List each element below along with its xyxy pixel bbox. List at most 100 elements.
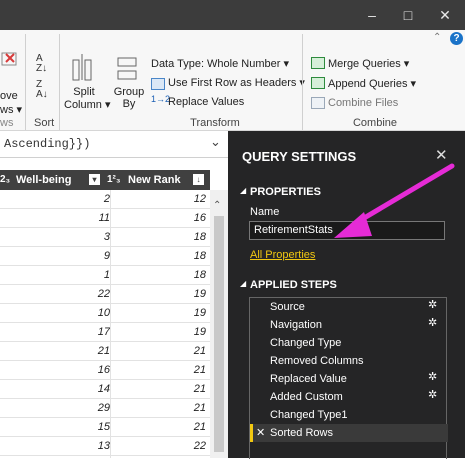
step-changed-type[interactable]: Changed Type: [270, 334, 341, 352]
group-by-label-2: By: [122, 98, 136, 110]
step-navigation[interactable]: Navigation: [270, 316, 322, 334]
wellbeing-cell[interactable]: 17: [0, 323, 110, 341]
wellbeing-cell[interactable]: 1: [0, 266, 110, 284]
split-column-label-2: Column ▾: [64, 99, 111, 111]
chevron-down-icon[interactable]: ⌄: [210, 134, 221, 150]
table-row[interactable]: 3 18: [0, 228, 210, 247]
wellbeing-cell[interactable]: 15: [0, 418, 110, 436]
collapse-ribbon-icon[interactable]: ⌃: [433, 32, 441, 43]
separator: [302, 34, 303, 130]
wellbeing-cell[interactable]: 13: [0, 437, 110, 455]
step-source[interactable]: Source: [270, 298, 305, 316]
new-rank-cell[interactable]: 16: [112, 209, 206, 227]
col1-filter-icon[interactable]: ▾: [89, 174, 100, 185]
new-rank-cell[interactable]: 21: [112, 380, 206, 398]
new-rank-cell[interactable]: 18: [112, 247, 206, 265]
table-row[interactable]: 10 19: [0, 304, 210, 323]
new-rank-cell[interactable]: 19: [112, 323, 206, 341]
table-row[interactable]: 11 16: [0, 209, 210, 228]
scroll-up-icon[interactable]: ⌃: [213, 200, 221, 211]
step-changed-type1[interactable]: Changed Type1: [270, 406, 347, 424]
table-row[interactable]: 1 18: [0, 266, 210, 285]
separator: [59, 34, 60, 130]
table-row[interactable]: 16 21: [0, 361, 210, 380]
new-rank-cell[interactable]: 22: [112, 437, 206, 455]
step-sorted-rows[interactable]: Sorted Rows: [270, 424, 333, 442]
new-rank-cell[interactable]: 18: [112, 266, 206, 284]
first-row-headers-button[interactable]: Use First Row as Headers ▾: [168, 76, 305, 89]
first-row-headers-icon: [151, 78, 165, 90]
table-body: 2 12 11 16 3 18 9 18 1 18 22 19 10 19 17 19 21 21 16 21 14 21…: [0, 190, 210, 456]
gear-icon[interactable]: ✲: [428, 388, 437, 401]
split-column-label-1: Split: [73, 86, 95, 98]
replace-values-button[interactable]: Replace Values: [168, 96, 244, 108]
new-rank-cell[interactable]: 21: [112, 399, 206, 417]
step-added-custom[interactable]: Added Custom: [270, 388, 343, 406]
new-rank-cell[interactable]: 19: [112, 304, 206, 322]
table-row[interactable]: 22 19: [0, 285, 210, 304]
table-row[interactable]: 29 21: [0, 399, 210, 418]
wellbeing-cell[interactable]: 2: [0, 190, 110, 208]
minimize-button[interactable]: –: [354, 0, 390, 30]
annotation-arrow: [334, 163, 455, 238]
step-replaced-value[interactable]: Replaced Value: [270, 370, 347, 388]
help-icon[interactable]: ?: [450, 32, 463, 45]
split-column-button[interactable]: Split Column ▾: [64, 86, 111, 111]
gear-icon[interactable]: ✲: [428, 298, 437, 311]
col2-sort-icon[interactable]: ↓: [193, 174, 204, 185]
ribbon: ⌃ ? ove ws ▾ ws A Z↓ Z A↓ Sort Split Colum…: [0, 30, 465, 131]
collapse-triangle-icon[interactable]: ◢: [240, 279, 246, 288]
name-label: Name: [250, 206, 280, 218]
append-queries-button[interactable]: Append Queries ▾: [328, 77, 416, 90]
table-row[interactable]: 9 18: [0, 247, 210, 266]
wellbeing-cell[interactable]: 3: [0, 228, 110, 246]
table-scrollbar[interactable]: ⌃: [210, 190, 228, 458]
col1-type-icon[interactable]: 2₃: [0, 170, 10, 190]
all-properties-link[interactable]: All Properties: [250, 249, 315, 261]
col2-type-icon[interactable]: 1²₃: [107, 170, 121, 190]
col2-header[interactable]: New Rank: [128, 170, 181, 190]
table-row[interactable]: 13 22: [0, 437, 210, 456]
close-window-button[interactable]: ✕: [427, 0, 463, 30]
table-row[interactable]: 14 21: [0, 380, 210, 399]
group-by-label-1: Group: [113, 86, 145, 98]
sort-descending-icon[interactable]: Z A↓: [36, 80, 48, 100]
table-row[interactable]: 2 12: [0, 190, 210, 209]
transform-group-label: Transform: [190, 117, 240, 129]
step-removed-columns[interactable]: Removed Columns: [270, 352, 364, 370]
col1-header[interactable]: Well-being: [16, 170, 71, 190]
new-rank-cell[interactable]: 12: [112, 190, 206, 208]
delete-step-icon[interactable]: ✕: [256, 424, 265, 442]
merge-queries-button[interactable]: Merge Queries ▾: [328, 57, 409, 70]
gear-icon[interactable]: ✲: [428, 370, 437, 383]
maximize-button[interactable]: □: [390, 0, 426, 30]
formula-bar[interactable]: Ascending}}) ⌄: [0, 131, 228, 158]
wellbeing-cell[interactable]: 10: [0, 304, 110, 322]
scrollbar-thumb[interactable]: [214, 216, 224, 452]
wellbeing-cell[interactable]: 11: [0, 209, 110, 227]
combine-files-button[interactable]: Combine Files: [328, 97, 398, 109]
wellbeing-cell[interactable]: 14: [0, 380, 110, 398]
wellbeing-cell[interactable]: 29: [0, 399, 110, 417]
wellbeing-cell[interactable]: 9: [0, 247, 110, 265]
split-column-icon: [70, 52, 96, 85]
collapse-triangle-icon[interactable]: ◢: [240, 186, 246, 195]
gear-icon[interactable]: ✲: [428, 316, 437, 329]
new-rank-cell[interactable]: 19: [112, 285, 206, 303]
new-rank-cell[interactable]: 18: [112, 228, 206, 246]
table-row[interactable]: 17 19: [0, 323, 210, 342]
table-row[interactable]: 21 21: [0, 342, 210, 361]
table-row[interactable]: 15 21: [0, 418, 210, 437]
data-type-dropdown[interactable]: Data Type: Whole Number ▾: [151, 57, 289, 70]
wellbeing-cell[interactable]: 21: [0, 342, 110, 360]
formula-text[interactable]: Ascending}}): [4, 137, 90, 151]
wellbeing-cell[interactable]: 22: [0, 285, 110, 303]
group-by-button[interactable]: Group By: [112, 86, 146, 110]
sort-ascending-icon[interactable]: A Z↓: [36, 54, 47, 74]
wellbeing-cell[interactable]: 16: [0, 361, 110, 379]
new-rank-cell[interactable]: 21: [112, 361, 206, 379]
new-rank-cell[interactable]: 21: [112, 418, 206, 436]
append-queries-icon: [311, 77, 325, 89]
new-rank-cell[interactable]: 21: [112, 342, 206, 360]
properties-header: PROPERTIES: [250, 186, 321, 198]
